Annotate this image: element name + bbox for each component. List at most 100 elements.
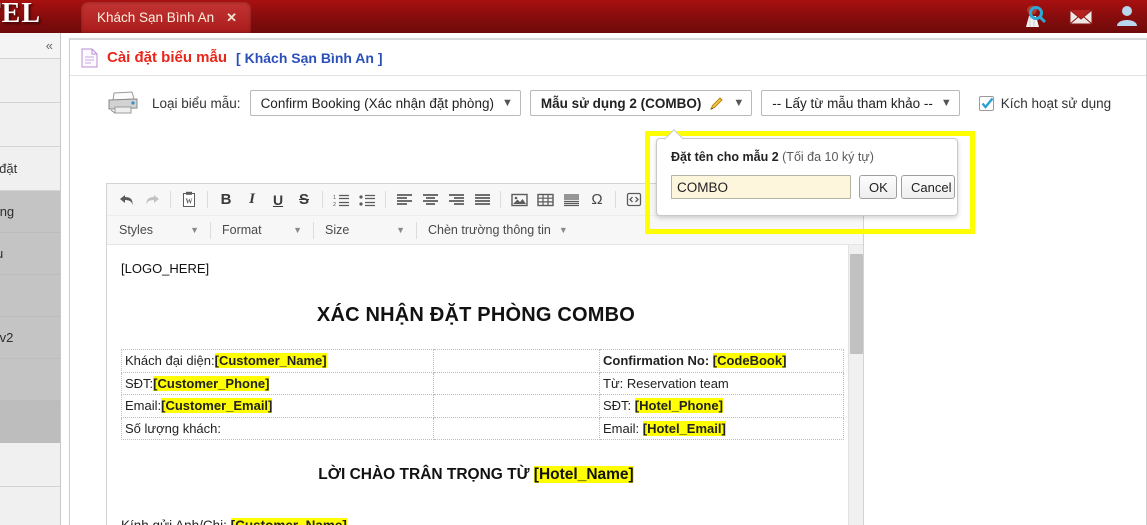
popup-title-bold: Đặt tên cho mẫu 2 xyxy=(671,150,779,164)
toolbar-separator xyxy=(385,191,386,208)
toolbar-separator xyxy=(210,221,211,239)
cell-text: Số lượng khách: xyxy=(125,420,222,436)
align-left-icon[interactable] xyxy=(391,187,417,212)
table-cell-mid xyxy=(433,416,600,440)
user-account-icon[interactable] xyxy=(1113,3,1141,29)
special-character-icon[interactable]: Ω xyxy=(584,187,610,212)
insert-field-dropdown[interactable]: Chèn trường thông tin ▼ xyxy=(422,218,574,243)
chevron-down-icon: ▼ xyxy=(558,225,568,235)
sidebar-subitem-mau[interactable]: mẫu xyxy=(0,233,60,275)
reference-template-select[interactable]: -- Lấy từ mẫu tham khảo -- ▼ xyxy=(761,90,960,116)
editor-scrollbar-thumb[interactable] xyxy=(850,254,863,354)
sidebar-item-tail-0[interactable] xyxy=(0,443,60,487)
sidebar-subitem-active[interactable]: u xyxy=(0,401,60,443)
chevron-down-icon: ▼ xyxy=(293,225,302,235)
browser-tab-khach-san-binh-an[interactable]: Khách Sạn Bình An ✕ xyxy=(81,2,251,33)
insert-table-icon[interactable] xyxy=(532,187,558,212)
cell-text: Từ: Reservation team xyxy=(603,375,729,391)
cell-placeholder: [Customer_Name] xyxy=(214,353,327,368)
form-type-row: Loại biểu mẫu: Confirm Booking (Xác nhận… xyxy=(70,77,1146,129)
template-in-use-select[interactable]: Mẫu sử dụng 2 (COMBO) ▼ xyxy=(529,90,753,116)
booking-info-table: Khách đại diện:[Customer_Name] Confirmat… xyxy=(121,349,844,440)
align-right-icon[interactable] xyxy=(443,187,469,212)
cell-placeholder: [CodeBook] xyxy=(712,353,787,368)
insert-image-icon[interactable] xyxy=(506,187,532,212)
main-content: Cài đặt biểu mẫu [ Khách Sạn Bình An ] L… xyxy=(61,33,1147,525)
sidebar-item-1[interactable] xyxy=(0,103,60,147)
size-dropdown[interactable]: Size ▼ xyxy=(319,218,411,243)
cell-text: SĐT: xyxy=(125,375,154,391)
toolbar-separator xyxy=(416,221,417,239)
table-cell-left: Số lượng khách: xyxy=(121,416,434,440)
cancel-button[interactable]: Cancel xyxy=(901,175,955,199)
rich-text-editor: W B I U S 1 2 Ω Styles ▼ Format ▼ Size ▼… xyxy=(106,183,864,525)
table-cell-left: SĐT:[Customer_Phone] xyxy=(121,371,434,395)
left-sidebar: « ạn Cài đặt phòng mẫu ểm ểm v2 u xyxy=(0,33,61,525)
format-dropdown-label: Format xyxy=(222,223,262,237)
edit-pencil-icon[interactable] xyxy=(709,96,724,111)
printer-icon xyxy=(106,91,140,115)
format-dropdown[interactable]: Format ▼ xyxy=(216,218,308,243)
greeting-heading-text: LỜI CHÀO TRÂN TRỌNG TỪ xyxy=(318,466,534,483)
sidebar-subitem-label: phòng xyxy=(0,204,15,219)
table-cell-mid xyxy=(433,394,600,418)
sidebar-collapse-button[interactable]: « xyxy=(0,33,60,59)
toolbar-separator xyxy=(615,191,616,208)
sidebar-subitem-phong[interactable]: phòng xyxy=(0,191,60,233)
sidebar-item-settings[interactable]: Cài đặt xyxy=(0,147,60,191)
numbered-list-icon[interactable]: 1 2 xyxy=(328,187,354,212)
styles-dropdown[interactable]: Styles ▼ xyxy=(113,218,205,243)
toolbar-separator xyxy=(207,191,208,208)
ok-button[interactable]: OK xyxy=(859,175,897,199)
user-search-icon[interactable] xyxy=(1021,3,1049,29)
align-center-icon[interactable] xyxy=(417,187,443,212)
activate-checkbox-wrapper[interactable]: Kích hoạt sử dụng xyxy=(978,95,1111,111)
mail-icon[interactable] xyxy=(1067,3,1095,29)
strikethrough-icon[interactable]: S xyxy=(291,187,317,212)
settings-panel: Cài đặt biểu mẫu [ Khách Sạn Bình An ] L… xyxy=(69,38,1147,525)
cell-placeholder: [Customer_Email] xyxy=(161,398,273,413)
top-bar: TEL Khách Sạn Bình An ✕ xyxy=(0,0,1147,33)
bulleted-list-icon[interactable] xyxy=(354,187,380,212)
paste-from-word-icon[interactable]: W xyxy=(176,187,202,212)
template-type-value: Confirm Booking (Xác nhận đặt phòng) xyxy=(260,95,494,111)
cell-placeholder: [Hotel_Phone] xyxy=(634,398,723,413)
insert-field-dropdown-label: Chèn trường thông tin xyxy=(428,223,551,237)
sidebar-subitem-em-v2[interactable]: ểm v2 xyxy=(0,317,60,359)
redo-icon[interactable] xyxy=(139,187,165,212)
salutation-text: Kính gửi Anh/Chị: xyxy=(121,518,231,525)
source-code-icon[interactable] xyxy=(621,187,647,212)
salutation-line: Kính gửi Anh/Chị: [Customer_Name] xyxy=(121,518,833,525)
cell-text: Email: xyxy=(125,398,162,413)
template-type-select[interactable]: Confirm Booking (Xác nhận đặt phòng) ▼ xyxy=(249,90,521,116)
toolbar-separator xyxy=(170,191,171,208)
cell-text: SĐT: xyxy=(603,398,635,413)
template-name-input[interactable] xyxy=(671,175,851,199)
close-icon[interactable]: ✕ xyxy=(226,10,237,26)
chevron-down-icon: ▼ xyxy=(733,97,745,109)
sidebar-subitem-em[interactable]: ểm xyxy=(0,275,60,317)
cell-text: Khách đại diện: xyxy=(125,353,215,368)
horizontal-rule-icon[interactable] xyxy=(558,187,584,212)
chevron-down-icon: ▼ xyxy=(396,225,405,235)
sidebar-item-0[interactable]: ạn xyxy=(0,59,60,103)
app-logo: TEL xyxy=(0,0,42,29)
cell-text: Confirmation No: xyxy=(603,353,713,368)
editor-document-body[interactable]: [LOGO_HERE] XÁC NHẬN ĐẶT PHÒNG COMBO Khá… xyxy=(107,245,863,525)
popup-title-note: (Tối đa 10 ký tự) xyxy=(778,150,874,164)
align-justify-icon[interactable] xyxy=(469,187,495,212)
toolbar-separator xyxy=(313,221,314,239)
sidebar-subitem-label: mẫu xyxy=(0,246,3,261)
italic-icon[interactable]: I xyxy=(239,187,265,212)
bold-icon[interactable]: B xyxy=(213,187,239,212)
activate-checkbox[interactable] xyxy=(978,95,994,111)
sidebar-item-tail-1[interactable] xyxy=(0,487,60,525)
toolbar-separator xyxy=(322,191,323,208)
sidebar-subitem-blank[interactable] xyxy=(0,359,60,401)
undo-icon[interactable] xyxy=(113,187,139,212)
editor-scrollbar[interactable] xyxy=(848,245,863,525)
chevron-down-icon: ▼ xyxy=(940,97,952,109)
cell-text: Email: xyxy=(603,420,643,436)
sidebar-item-label: Cài đặt xyxy=(0,161,18,176)
underline-icon[interactable]: U xyxy=(265,187,291,212)
